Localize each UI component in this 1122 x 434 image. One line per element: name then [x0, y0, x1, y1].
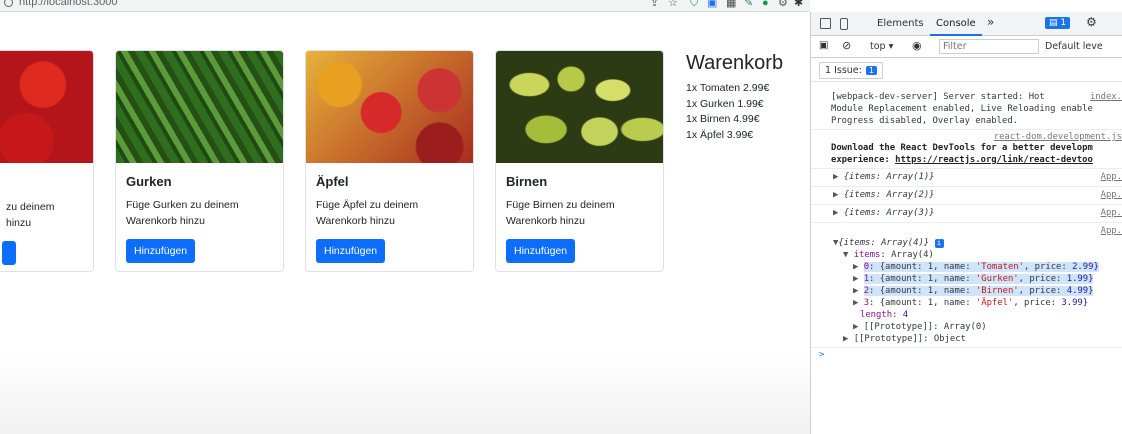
- object-prototype[interactable]: ▶ [[Prototype]]: Object: [843, 334, 966, 344]
- product-image: [496, 51, 663, 163]
- add-button[interactable]: Hinzufügen: [126, 239, 196, 263]
- product-image: [306, 51, 473, 163]
- screen: { "browser": { "url": "http://localhost:…: [0, 0, 1122, 434]
- circle-icon[interactable]: ●: [762, 0, 769, 9]
- add-button[interactable]: Hinzufügen: [506, 239, 576, 263]
- items-property[interactable]: ▼ items: Array(4): [843, 250, 934, 260]
- source-link[interactable]: react-dom.development.js: [994, 132, 1122, 142]
- puzzle-icon[interactable]: ✱: [794, 0, 803, 9]
- items-entry-2[interactable]: ▶ 2: {amount: 1, name: 'Birnen', price: …: [853, 286, 1094, 296]
- info-icon[interactable]: [4, 0, 13, 7]
- clear-console-icon[interactable]: ⊘: [842, 39, 851, 52]
- more-tabs-icon[interactable]: »: [987, 15, 994, 29]
- log-object-3[interactable]: ▶ {items: Array(3)}: [833, 208, 935, 218]
- settings-gear-icon[interactable]: ⚙: [1086, 15, 1097, 29]
- shield-icon[interactable]: ⛉: [690, 0, 698, 9]
- items-entry-1[interactable]: ▶ 1: {amount: 1, name: 'Gurken', price: …: [853, 274, 1094, 284]
- product-image: [116, 51, 283, 163]
- source-link[interactable]: App.: [1101, 226, 1122, 236]
- web-page: zu deinem hinzu Gurken Füge Gurken zu dei…: [0, 13, 810, 434]
- share-icon[interactable]: ⇪: [650, 0, 659, 9]
- product-description: zu deinem hinzu: [6, 201, 55, 229]
- sidebar-toggle-icon[interactable]: ▣: [819, 40, 828, 51]
- product-card-gurken: Gurken Füge Gurken zu deinem Warenkorb hi…: [115, 50, 284, 272]
- product-description: Füge Gurken zu deinem Warenkorb hinzu: [126, 199, 239, 227]
- product-title: Äpfel: [316, 174, 349, 189]
- device-toggle-icon[interactable]: [840, 18, 848, 30]
- add-button[interactable]: Hinzufügen: [316, 239, 386, 263]
- product-description: Füge Äpfel zu deinem Warenkorb hinzu: [316, 199, 419, 227]
- extension-new-icon[interactable]: ▣: [707, 0, 717, 9]
- source-link[interactable]: App.: [1101, 172, 1122, 182]
- messages-badge[interactable]: ▤ 1: [1045, 17, 1071, 29]
- product-card-tomato: zu deinem hinzu: [0, 50, 94, 272]
- source-link[interactable]: App.: [1101, 190, 1122, 200]
- inspect-icon[interactable]: [820, 18, 831, 29]
- product-title: Gurken: [126, 174, 172, 189]
- browser-toolbar: http://localhost:3000 ⇪ ☆ ⛉ ▣ ▦ ✎ ● ⚙ ✱: [0, 0, 810, 12]
- log-wds-3: Progress disabled, Overlay enabled.: [831, 116, 1019, 126]
- log-wds-2: Module Replacement enabled, Live Reloadi…: [831, 104, 1093, 114]
- cart-title: Warenkorb: [686, 52, 784, 74]
- console-toolbar: ▣ ⊘ top ▾ ◉ Filter Default leve: [811, 36, 1122, 58]
- pen-icon[interactable]: ✎: [744, 0, 753, 9]
- product-card-birnen: Birnen Füge Birnen zu deinem Warenkorb hi…: [495, 50, 664, 272]
- add-button[interactable]: [2, 241, 16, 265]
- source-link[interactable]: index.: [1090, 92, 1122, 102]
- length-property: length: 4: [860, 310, 909, 320]
- product-image: [0, 51, 93, 163]
- log-react-1: Download the React DevTools for a better…: [831, 143, 1093, 153]
- cart-line: 1x Birnen 4.99€: [686, 113, 760, 125]
- log-object-1[interactable]: ▶ {items: Array(1)}: [833, 172, 935, 182]
- eye-icon[interactable]: ◉: [912, 39, 922, 52]
- array-prototype[interactable]: ▶ [[Prototype]]: Array(0): [853, 322, 987, 332]
- items-entry-3[interactable]: ▶ 3: {amount: 1, name: 'Äpfel', price: 3…: [853, 298, 1088, 308]
- source-link[interactable]: App.: [1101, 208, 1122, 218]
- product-description: Füge Birnen zu deinem Warenkorb hinzu: [506, 199, 615, 227]
- context-select[interactable]: top ▾: [870, 41, 893, 52]
- product-title: Birnen: [506, 174, 548, 189]
- star-icon[interactable]: ☆: [668, 0, 678, 9]
- cart-line: 1x Gurken 1.99€: [686, 97, 764, 110]
- extension-icons: ⇪ ☆ ⛉ ▣ ▦ ✎ ● ⚙ ✱: [50, 0, 810, 9]
- filter-input[interactable]: Filter: [939, 39, 1039, 54]
- cart: Warenkorb 1x Tomaten 2.99€ 1x Gurken 1.9…: [686, 52, 783, 143]
- log-react-2: experience: https://reactjs.org/link/rea…: [831, 155, 1093, 165]
- product-card-aepfel: Äpfel Füge Äpfel zu deinem Warenkorb hinz…: [305, 50, 474, 272]
- extension-icon[interactable]: ▦: [726, 0, 736, 9]
- issues-row: 1 Issue: 1: [811, 58, 1122, 82]
- devtools-tabbar: Elements Console » ▤ 1 ⚙: [811, 12, 1122, 36]
- log-wds-1: [webpack-dev-server] Server started: Hot: [831, 92, 1045, 102]
- devtools-panel: Elements Console » ▤ 1 ⚙ ▣ ⊘ top ▾ ◉ Fil…: [810, 12, 1122, 434]
- info-icon: i: [934, 239, 944, 248]
- log-object-2[interactable]: ▶ {items: Array(2)}: [833, 190, 935, 200]
- cart-line: 1x Tomaten 2.99€: [686, 82, 770, 94]
- console-prompt[interactable]: >: [819, 350, 824, 360]
- settings-icon[interactable]: ⚙: [778, 0, 788, 9]
- log-object-4[interactable]: ▼{items: Array(4)} i: [833, 238, 944, 248]
- levels-dropdown[interactable]: Default leve: [1045, 41, 1103, 52]
- tab-console[interactable]: Console: [930, 18, 982, 36]
- cart-line: 1x Äpfel 3.99€: [686, 128, 754, 141]
- items-entry-0[interactable]: ▶ 0: {amount: 1, name: 'Tomaten', price:…: [853, 262, 1099, 272]
- issues-button[interactable]: 1 Issue: 1: [819, 62, 883, 79]
- react-devtools-link[interactable]: https://reactjs.org/link/react-devtoo: [895, 155, 1093, 165]
- tab-elements[interactable]: Elements: [877, 18, 924, 29]
